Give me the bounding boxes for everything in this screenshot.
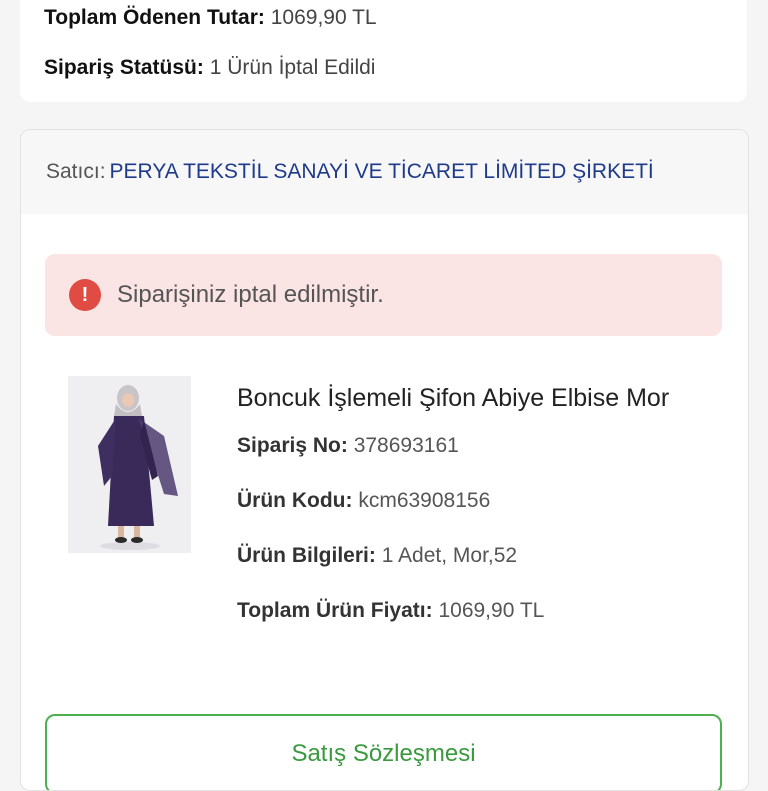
product-photo <box>68 376 191 553</box>
product-code-value: kcm63908156 <box>358 489 491 512</box>
sales-contract-button[interactable]: Satış Sözleşmesi <box>45 714 722 790</box>
order-number-value: 378693161 <box>353 434 459 457</box>
product-title[interactable]: Boncuk İşlemeli Şifon Abiye Elbise Mor <box>237 378 707 418</box>
order-status-value: 1 Ürün İptal Edildi <box>209 56 376 79</box>
product-info: Boncuk İşlemeli Şifon Abiye Elbise Mor S… <box>237 378 707 654</box>
product-code-label: Ürün Kodu: <box>237 489 353 512</box>
alert-message: Siparişiniz iptal edilmiştir. <box>117 281 384 308</box>
product-code-row: Ürün Kodu: kcm63908156 <box>237 489 707 518</box>
seller-prefix: Satıcı: <box>46 160 106 183</box>
total-paid-value: 1069,90 TL <box>270 6 377 29</box>
product-price-label: Toplam Ürün Fiyatı: <box>237 599 433 622</box>
product-info-row: Ürün Bilgileri: 1 Adet, Mor,52 <box>237 544 707 573</box>
total-paid-label: Toplam Ödenen Tutar: <box>44 6 265 29</box>
product-image[interactable] <box>68 376 191 553</box>
order-number-row: Sipariş No: 378693161 <box>237 434 707 463</box>
order-number-label: Sipariş No: <box>237 434 348 457</box>
product-info-label: Ürün Bilgileri: <box>237 544 376 567</box>
order-summary-card: Toplam Ödenen Tutar: 1069,90 TL Sipariş … <box>20 0 747 102</box>
order-status-label: Sipariş Statüsü: <box>44 56 204 79</box>
seller-name-link[interactable]: PERYA TEKSTİL SANAYİ VE TİCARET LİMİTED … <box>110 160 654 184</box>
order-status-row: Sipariş Statüsü: 1 Ürün İptal Edildi <box>44 56 375 80</box>
product-details: Sipariş No: 378693161 Ürün Kodu: kcm6390… <box>237 434 707 628</box>
total-paid-row: Toplam Ödenen Tutar: 1069,90 TL <box>44 6 377 30</box>
seller-order-card: Satıcı: PERYA TEKSTİL SANAYİ VE TİCARET … <box>20 129 749 791</box>
product-info-value: 1 Adet, Mor,52 <box>381 544 518 567</box>
cancellation-alert: ! Siparişiniz iptal edilmiştir. <box>45 254 722 336</box>
exclamation-icon: ! <box>69 279 101 311</box>
product-price-value: 1069,90 TL <box>438 599 545 622</box>
seller-header: Satıcı: PERYA TEKSTİL SANAYİ VE TİCARET … <box>21 130 748 214</box>
product-price-row: Toplam Ürün Fiyatı: 1069,90 TL <box>237 599 707 628</box>
